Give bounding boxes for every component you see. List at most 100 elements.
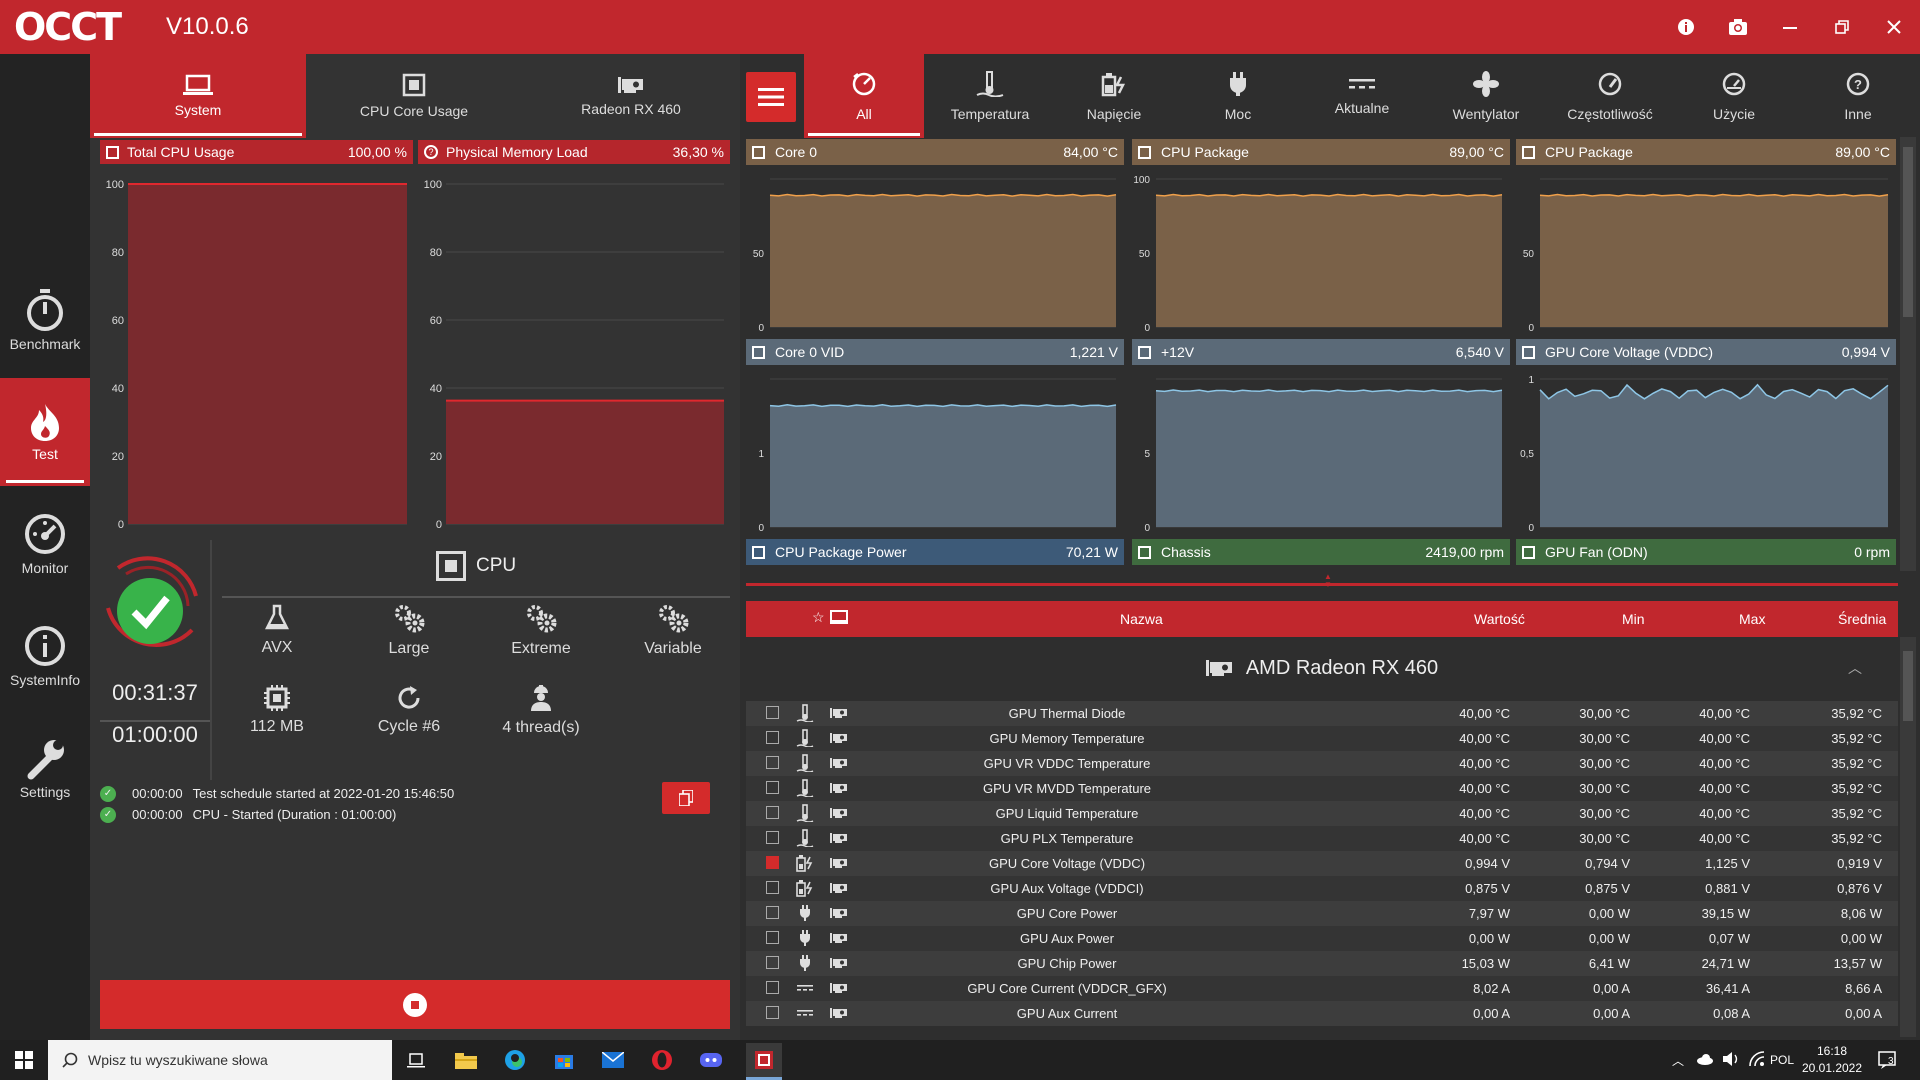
monitor-column-icon[interactable] — [830, 610, 848, 627]
test-option-avx[interactable]: AVX — [222, 600, 332, 660]
tab-aktualne[interactable]: Aktualne — [1300, 54, 1424, 138]
tab-uzycie[interactable]: Użycie — [1672, 54, 1796, 138]
camera-icon[interactable] — [1720, 12, 1756, 42]
mail-icon[interactable] — [599, 1046, 627, 1074]
splitter-handle[interactable]: ▲ ▼ — [1324, 573, 1332, 589]
tab-czestotliwosc[interactable]: Częstotliwość — [1548, 54, 1672, 138]
table-row[interactable]: GPU Memory Temperature 40,00 °C 30,00 °C 40… — [746, 726, 1898, 751]
tab-radeon[interactable]: Radeon RX 460 — [522, 54, 740, 138]
close-icon[interactable] — [1876, 12, 1912, 42]
row-checkbox[interactable] — [766, 756, 779, 769]
table-row[interactable]: GPU Core Power 7,97 W 0,00 W 39,15 W 8,06 W — [746, 901, 1898, 926]
col-max[interactable]: Max — [1739, 611, 1765, 627]
nav-settings[interactable]: Settings — [0, 714, 90, 822]
graphs-scrollbar[interactable] — [1900, 137, 1916, 571]
col-name[interactable]: Nazwa — [1120, 611, 1163, 627]
row-checkbox[interactable] — [766, 856, 779, 869]
notifications-icon[interactable]: 3 — [1878, 1050, 1900, 1075]
cloud-icon[interactable] — [1696, 1052, 1714, 1070]
volume-icon[interactable] — [1722, 1051, 1740, 1072]
row-checkbox[interactable] — [766, 881, 779, 894]
test-option-4-thread-s-[interactable]: 4 thread(s) — [486, 680, 596, 740]
row-checkbox[interactable] — [766, 781, 779, 794]
sensor-graph-cpu-package-power[interactable]: CPU Package Power 70,21 W — [746, 539, 1124, 565]
sensor-min: 30,00 °C — [1579, 831, 1630, 846]
test-option-variable[interactable]: Variable — [618, 600, 728, 660]
sensor-graph-cpu-package[interactable]: CPU Package 89,00 °C 50 0 — [1516, 139, 1896, 339]
sensor-group-header[interactable]: AMD Radeon RX 460 ︿ — [746, 642, 1898, 694]
menu-button[interactable] — [746, 72, 796, 122]
info-icon[interactable] — [1668, 12, 1704, 42]
row-checkbox[interactable] — [766, 831, 779, 844]
sensor-max: 40,00 °C — [1699, 806, 1750, 821]
tab-inne[interactable]: ? Inne — [1796, 54, 1920, 138]
col-min[interactable]: Min — [1622, 611, 1645, 627]
copy-log-button[interactable] — [662, 782, 710, 814]
tab-temperatura[interactable]: Temperatura — [928, 54, 1052, 138]
minimize-icon[interactable] — [1772, 12, 1808, 42]
table-row[interactable]: GPU PLX Temperature 40,00 °C 30,00 °C 40,00… — [746, 826, 1898, 851]
table-row[interactable]: GPU Liquid Temperature 40,00 °C 30,00 °C 40… — [746, 801, 1898, 826]
sensor-graph-core-0[interactable]: Core 0 84,00 °C 50 0 — [746, 139, 1124, 339]
col-value[interactable]: Wartość — [1474, 611, 1525, 627]
input-language[interactable]: POL — [1770, 1053, 1794, 1067]
test-option-extreme[interactable]: Extreme — [486, 600, 596, 660]
table-row[interactable]: GPU Aux Power 0,00 W 0,00 W 0,07 W 0,00 W — [746, 926, 1898, 951]
tab-wentylator[interactable]: Wentylator — [1424, 54, 1548, 138]
restore-icon[interactable] — [1824, 12, 1860, 42]
tab-system[interactable]: System — [90, 54, 306, 138]
opera-icon[interactable] — [648, 1046, 676, 1074]
splitter[interactable] — [746, 583, 1898, 586]
row-checkbox[interactable] — [766, 931, 779, 944]
row-checkbox[interactable] — [766, 731, 779, 744]
test-option-cycle-6[interactable]: Cycle #6 — [354, 680, 464, 740]
row-checkbox[interactable] — [766, 956, 779, 969]
table-scrollbar[interactable] — [1900, 637, 1916, 1037]
table-row[interactable]: GPU Thermal Diode 40,00 °C 30,00 °C 40,00 °… — [746, 701, 1898, 726]
table-row[interactable]: GPU Core Current (VDDCR_GFX) 8,02 A 0,00 A… — [746, 976, 1898, 1001]
row-checkbox[interactable] — [766, 706, 779, 719]
row-checkbox[interactable] — [766, 806, 779, 819]
table-row[interactable]: GPU Chip Power 15,03 W 6,41 W 24,71 W 13,57 … — [746, 951, 1898, 976]
collapse-icon[interactable]: ︿ — [1848, 658, 1862, 678]
wifi-icon[interactable] — [1748, 1051, 1766, 1072]
nav-systeminfo[interactable]: SystemInfo — [0, 602, 90, 710]
col-avg[interactable]: Średnia — [1838, 611, 1886, 627]
tab-napiecie[interactable]: Napięcie — [1052, 54, 1176, 138]
tab-cpu-core-usage[interactable]: CPU Core Usage — [306, 54, 522, 138]
row-checkbox[interactable] — [766, 906, 779, 919]
test-option-large[interactable]: Large — [354, 600, 464, 660]
store-icon[interactable] — [550, 1046, 578, 1074]
windows-start-icon[interactable] — [10, 1046, 38, 1074]
sensor-graph-core-0-vid[interactable]: Core 0 VID 1,221 V10 — [746, 339, 1124, 539]
sensor-graph-cpu-package[interactable]: CPU Package 89,00 °C 100 50 0 — [1132, 139, 1510, 339]
nav-test[interactable]: Test — [0, 378, 90, 486]
chevron-up-icon[interactable]: ︿ — [1672, 1052, 1684, 1069]
discord-icon[interactable] — [697, 1046, 725, 1074]
task-view-icon[interactable] — [402, 1046, 430, 1074]
tab-all[interactable]: All — [804, 54, 924, 138]
stop-test-button[interactable] — [100, 980, 730, 1029]
axis-tick-label: 100 — [106, 179, 124, 191]
nav-benchmark[interactable]: Benchmark — [0, 266, 90, 374]
table-row[interactable]: GPU Aux Voltage (VDDCI) 0,875 V 0,875 V 0,8… — [746, 876, 1898, 901]
table-row[interactable]: GPU VR MVDD Temperature 40,00 °C 30,00 °C 4… — [746, 776, 1898, 801]
nav-monitor[interactable]: Monitor — [0, 490, 90, 598]
sensor-graph-chassis[interactable]: Chassis 2419,00 rpm — [1132, 539, 1510, 565]
tab-moc[interactable]: Moc — [1176, 54, 1300, 138]
sensor-graph-gpu-fan-odn-[interactable]: GPU Fan (ODN) 0 rpm — [1516, 539, 1896, 565]
test-option-112-mb[interactable]: 112 MB — [222, 680, 332, 740]
sensor-graph--12v[interactable]: +12V 6,540 V50 — [1132, 339, 1510, 539]
row-checkbox[interactable] — [766, 981, 779, 994]
file-explorer-icon[interactable] — [452, 1046, 480, 1074]
star-icon[interactable]: ☆ — [812, 609, 825, 626]
table-row[interactable]: GPU Aux Current 0,00 A 0,00 A 0,08 A 0,00 A — [746, 1001, 1898, 1026]
taskbar-search[interactable]: Wpisz tu wyszukiwane słowa — [48, 1040, 392, 1080]
clock[interactable]: 16:18 20.01.2022 — [1800, 1043, 1864, 1077]
row-checkbox[interactable] — [766, 1006, 779, 1019]
table-row[interactable]: GPU VR VDDC Temperature 40,00 °C 30,00 °C 4… — [746, 751, 1898, 776]
edge-icon[interactable] — [501, 1046, 529, 1074]
sensor-graph-gpu-core-voltage-vddc-[interactable]: GPU Core Voltage (VDDC) 0,994 V 1 0,5 0 — [1516, 339, 1896, 539]
occt-taskbar-icon[interactable] — [746, 1043, 782, 1077]
table-row[interactable]: GPU Core Voltage (VDDC) 0,994 V 0,794 V 1,1… — [746, 851, 1898, 876]
